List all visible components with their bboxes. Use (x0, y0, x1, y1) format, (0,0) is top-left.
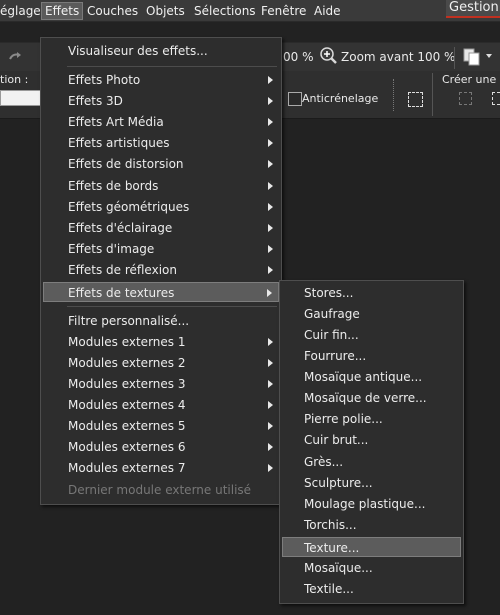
antialias-checkbox[interactable] (288, 92, 302, 106)
chevron-right-icon (268, 118, 273, 126)
menu-item-plugins-5[interactable]: Modules externes 5 (43, 416, 279, 436)
menu-item-plugins-2[interactable]: Modules externes 2 (43, 353, 279, 373)
chevron-right-icon (268, 76, 273, 84)
chevron-right-icon (267, 289, 272, 297)
menu-item-3d[interactable]: Effets 3D (43, 91, 279, 111)
chevron-right-icon (268, 97, 273, 105)
effects-menu: Visualiseur des effets... Effets Photo E… (40, 37, 282, 505)
chevron-right-icon (268, 380, 273, 388)
submenu-item-gaufrage[interactable]: Gaufrage (282, 304, 461, 324)
chevron-right-icon (268, 245, 273, 253)
menu-item-distortion[interactable]: Effets de distorsion (43, 154, 279, 174)
menu-item-geometric[interactable]: Effets géométriques (43, 197, 279, 217)
app-title: Gestion (446, 0, 500, 18)
menu-item-reflection[interactable]: Effets de réflexion (43, 260, 279, 280)
menu-item-plugins-1[interactable]: Modules externes 1 (43, 332, 279, 352)
zoom-in-icon[interactable] (320, 47, 338, 65)
selection-label: tion : (0, 73, 29, 86)
menu-item-plugins-3[interactable]: Modules externes 3 (43, 374, 279, 394)
chevron-right-icon (268, 160, 273, 168)
menu-item-plugins-6[interactable]: Modules externes 6 (43, 437, 279, 457)
menu-item-art-media[interactable]: Effets Art Média (43, 112, 279, 132)
menu-fenetre[interactable]: Fenêtre (258, 3, 309, 19)
chevron-right-icon (268, 203, 273, 211)
submenu-item-torchis[interactable]: Torchis... (282, 515, 461, 535)
zoom-in-button[interactable]: Zoom avant 100 % (341, 50, 455, 64)
selection-option-icon-2[interactable] (492, 92, 500, 105)
menu-item-lighting[interactable]: Effets d'éclairage (43, 218, 279, 238)
menu-selections[interactable]: Sélections (191, 3, 259, 19)
submenu-item-cuir-fin[interactable]: Cuir fin... (282, 325, 461, 345)
textures-submenu: Stores... Gaufrage Cuir fin... Fourrure.… (279, 280, 464, 604)
chevron-right-icon (268, 464, 273, 472)
menu-bar: églage Effets Couches Objets Sélections … (0, 0, 500, 22)
chevron-right-icon (268, 182, 273, 190)
submenu-item-fourrure[interactable]: Fourrure... (282, 346, 461, 366)
chevron-right-icon (268, 422, 273, 430)
redo-icon[interactable] (8, 50, 22, 60)
menu-aide[interactable]: Aide (311, 3, 344, 19)
chevron-down-icon[interactable] (486, 54, 492, 58)
submenu-item-moulage-plastique[interactable]: Moulage plastique... (282, 494, 461, 514)
selection-field[interactable] (0, 90, 42, 106)
antialias-label: Anticrénelage (302, 92, 379, 105)
menu-reglage[interactable]: églage (0, 3, 44, 19)
selection-option-icon[interactable] (459, 92, 472, 105)
selection-mode-icon[interactable] (408, 92, 423, 107)
menu-item-plugins-7[interactable]: Modules externes 7 (43, 458, 279, 478)
zoom-percent: 00 % (283, 50, 314, 64)
chevron-right-icon (268, 224, 273, 232)
submenu-item-mosaique[interactable]: Mosaïque... (282, 558, 461, 578)
menu-item-artistic[interactable]: Effets artistiques (43, 133, 279, 153)
submenu-item-sculpture[interactable]: Sculpture... (282, 473, 461, 493)
submenu-item-gres[interactable]: Grès... (282, 452, 461, 472)
submenu-item-mosaique-antique[interactable]: Mosaïque antique... (282, 367, 461, 387)
menu-effets[interactable]: Effets (41, 2, 84, 20)
chevron-right-icon (268, 139, 273, 147)
menu-item-image[interactable]: Effets d'image (43, 239, 279, 259)
menu-item-textures[interactable]: Effets de textures (43, 282, 279, 302)
chevron-right-icon (268, 443, 273, 451)
submenu-item-pierre-polie[interactable]: Pierre polie... (282, 409, 461, 429)
submenu-item-cuir-brut[interactable]: Cuir brut... (282, 430, 461, 450)
menu-objets[interactable]: Objets (143, 3, 188, 19)
menu-item-custom-filter[interactable]: Filtre personnalisé... (43, 311, 279, 331)
create-selection-label: Créer une se (442, 73, 500, 86)
menu-item-plugins-4[interactable]: Modules externes 4 (43, 395, 279, 415)
copy-icon[interactable] (463, 48, 481, 66)
menu-couches[interactable]: Couches (84, 3, 141, 19)
submenu-item-mosaique-verre[interactable]: Mosaïque de verre... (282, 388, 461, 408)
chevron-right-icon (268, 401, 273, 409)
chevron-right-icon (268, 266, 273, 274)
menu-item-edges[interactable]: Effets de bords (43, 176, 279, 196)
submenu-item-stores[interactable]: Stores... (282, 283, 461, 303)
menu-item-effects-viewer[interactable]: Visualiseur des effets... (43, 41, 279, 61)
menu-item-photo[interactable]: Effets Photo (43, 70, 279, 90)
submenu-item-texture[interactable]: Texture... (282, 537, 461, 557)
submenu-item-textile[interactable]: Textile... (282, 579, 461, 599)
chevron-right-icon (268, 359, 273, 367)
menu-item-last-plugin: Dernier module externe utilisé (68, 483, 252, 497)
chevron-right-icon (268, 338, 273, 346)
